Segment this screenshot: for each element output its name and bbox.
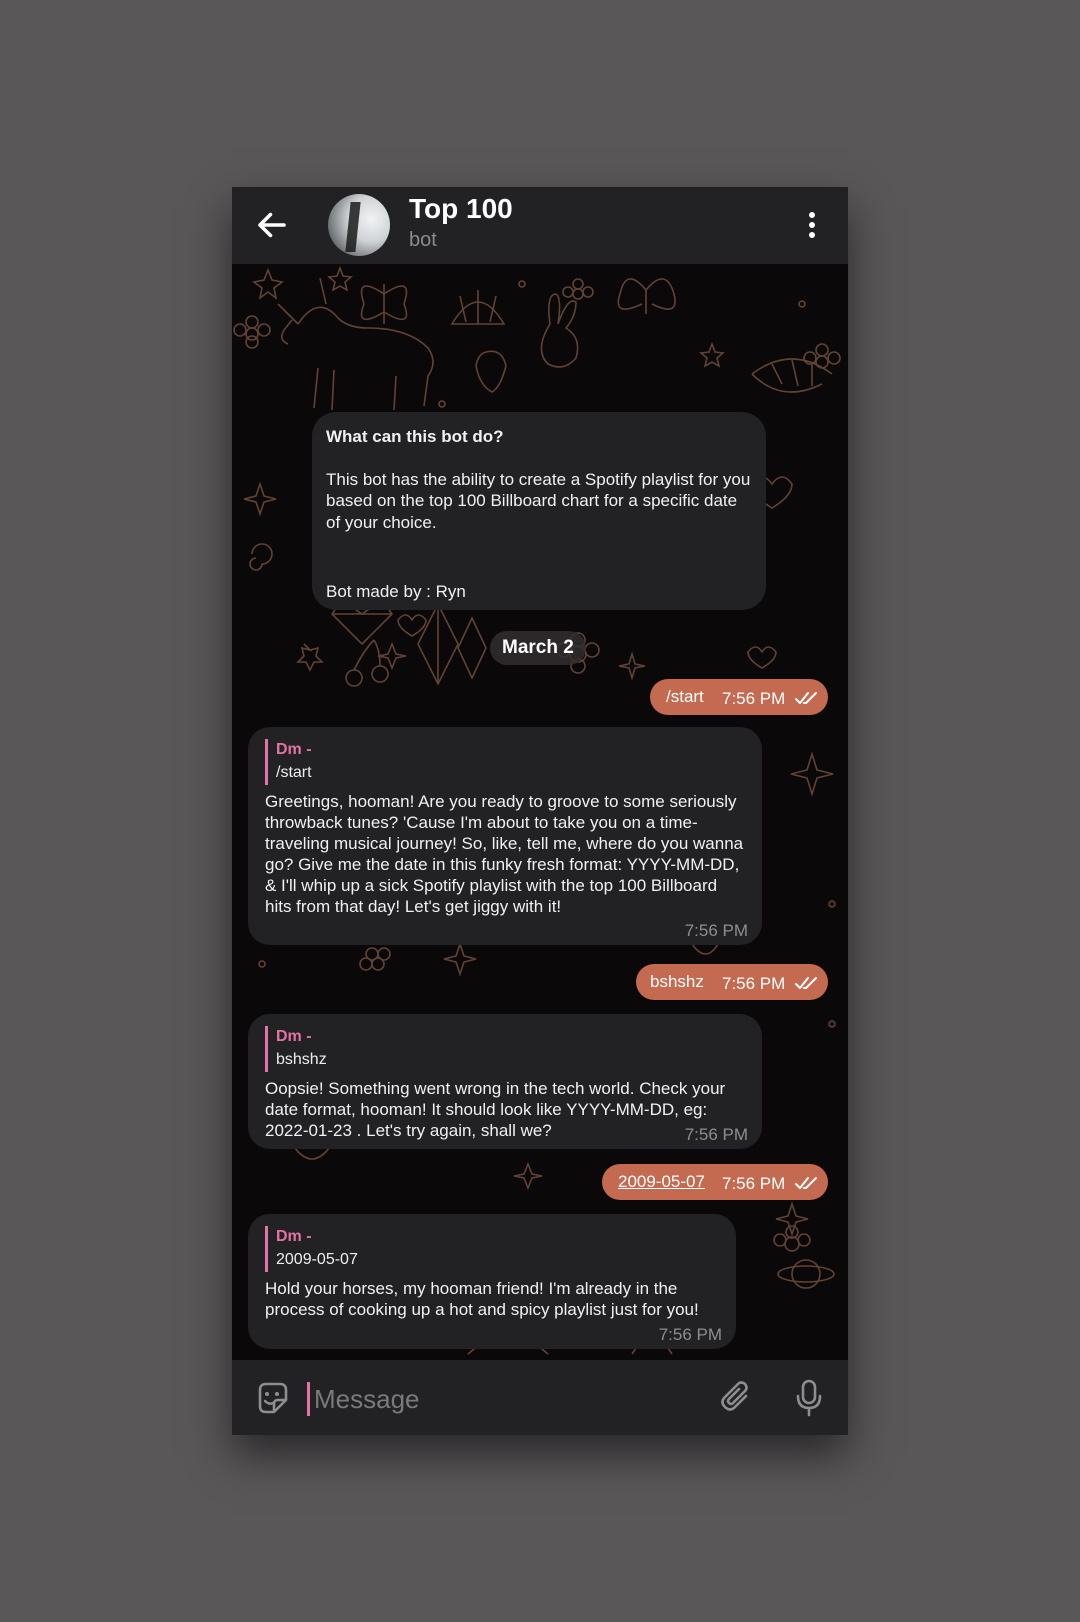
message-composer bbox=[232, 1360, 848, 1435]
bot-credit: Bot made by : Ryn bbox=[326, 581, 466, 601]
message-text: Greetings, hooman! Are you ready to groo… bbox=[265, 792, 744, 916]
incoming-message[interactable]: Dm - 2009-05-07 Hold your horses, my hoo… bbox=[248, 1214, 736, 1349]
message-text: /start bbox=[666, 687, 704, 706]
text-cursor bbox=[307, 1382, 310, 1416]
message-time: 7:56 PM bbox=[684, 1125, 748, 1144]
reply-quote[interactable]: Dm - 2009-05-07 bbox=[265, 1226, 358, 1272]
double-check-icon bbox=[795, 1177, 817, 1189]
outgoing-message[interactable]: 2009-05-07 7:56 PM bbox=[602, 1164, 828, 1200]
bot-description-body: This bot has the ability to create a Spo… bbox=[326, 469, 751, 532]
phone-screen: Top 100 bot What can this bot do? This b… bbox=[232, 187, 848, 1435]
reply-snippet: 2009-05-07 bbox=[276, 1251, 358, 1268]
bot-avatar[interactable] bbox=[328, 194, 390, 256]
paperclip-icon[interactable] bbox=[720, 1380, 754, 1416]
reply-snippet: /start bbox=[276, 764, 312, 781]
outgoing-message[interactable]: /start 7:56 PM bbox=[650, 679, 828, 715]
bot-description-card: What can this bot do? This bot has the a… bbox=[312, 412, 766, 610]
reply-sender: Dm - bbox=[276, 1028, 312, 1045]
outgoing-message[interactable]: bshshz 7:56 PM bbox=[636, 964, 828, 1000]
reply-sender: Dm - bbox=[276, 741, 312, 758]
message-text: bshshz bbox=[650, 972, 704, 991]
message-text: Oopsie! Something went wrong in the tech… bbox=[265, 1079, 726, 1140]
back-arrow-icon[interactable] bbox=[254, 207, 290, 243]
message-time: 7:56 PM bbox=[684, 921, 748, 940]
message-time: 7:56 PM bbox=[722, 974, 786, 993]
message-time: 7:56 PM bbox=[658, 1325, 722, 1344]
reply-snippet: bshshz bbox=[276, 1051, 327, 1068]
incoming-message[interactable]: Dm - bshshz Oopsie! Something went wrong… bbox=[248, 1014, 762, 1149]
reply-quote[interactable]: Dm - bshshz bbox=[265, 1026, 327, 1072]
message-text[interactable]: 2009-05-07 bbox=[618, 1171, 705, 1193]
double-check-icon bbox=[795, 692, 817, 704]
more-vert-icon[interactable] bbox=[800, 207, 824, 243]
message-time: 7:56 PM bbox=[722, 1174, 786, 1193]
message-list[interactable]: What can this bot do? This bot has the a… bbox=[232, 264, 848, 1360]
chat-header: Top 100 bot bbox=[232, 187, 848, 264]
reply-quote[interactable]: Dm - /start bbox=[265, 739, 312, 785]
sticker-icon[interactable] bbox=[254, 1380, 290, 1416]
incoming-message[interactable]: Dm - /start Greetings, hooman! Are you r… bbox=[248, 727, 762, 945]
message-time: 7:56 PM bbox=[722, 689, 786, 708]
message-text: Hold your horses, my hooman friend! I'm … bbox=[265, 1279, 699, 1319]
bot-description-heading: What can this bot do? bbox=[326, 427, 504, 446]
date-divider: March 2 bbox=[490, 631, 586, 665]
chat-subtitle: bot bbox=[409, 229, 437, 251]
chat-title[interactable]: Top 100 bbox=[409, 193, 513, 225]
message-input[interactable] bbox=[312, 1376, 696, 1422]
microphone-icon[interactable] bbox=[794, 1378, 824, 1418]
reply-sender: Dm - bbox=[276, 1228, 312, 1245]
double-check-icon bbox=[795, 977, 817, 989]
